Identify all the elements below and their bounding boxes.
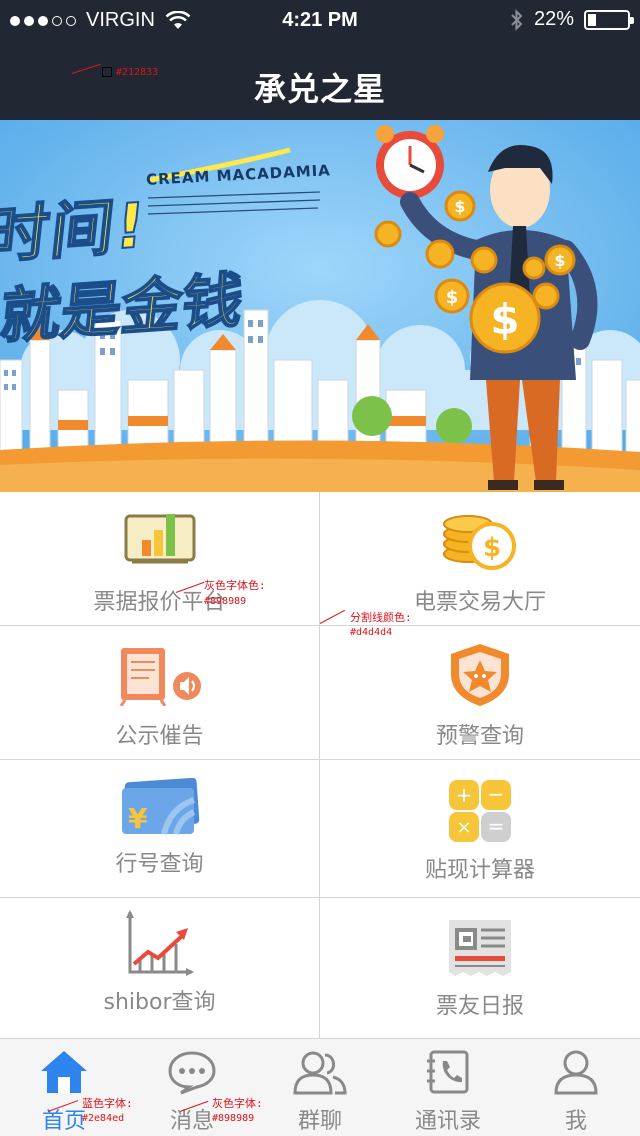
status-bar: VIRGIN 4:21 PM 22% xyxy=(0,0,640,40)
svg-text:+: + xyxy=(456,783,473,807)
tab-contacts[interactable]: 通讯录 xyxy=(384,1039,512,1136)
top-bar: VIRGIN 4:21 PM 22% 承兑之星 xyxy=(0,0,640,120)
gray-font-annotation-value: #898989 xyxy=(204,596,247,607)
notice-board-icon xyxy=(119,648,201,706)
battery-icon xyxy=(584,9,634,30)
svg-text:$: $ xyxy=(446,287,459,308)
promo-banner[interactable]: $ $ $ $ CREAM MACADAMIA 时间! 就是金钱 xyxy=(0,120,640,492)
gray-font-annotation-label: 灰色字体色: xyxy=(204,579,266,592)
coins-icon: $ xyxy=(443,515,516,570)
battery-fill xyxy=(588,13,596,26)
grid-item-bank-code-query[interactable]: ¥ 行号查询 xyxy=(0,760,320,898)
chat-bubble-icon xyxy=(168,1051,216,1095)
svg-text:−: − xyxy=(488,782,505,806)
divider-annotation-value: #d4d4d4 xyxy=(350,627,393,638)
bar-chart-icon xyxy=(124,514,195,564)
svg-text:¥: ¥ xyxy=(128,802,148,835)
grid-item-public-notice[interactable]: 公示催告 xyxy=(0,626,320,760)
color-swatch xyxy=(102,67,112,77)
home-icon xyxy=(41,1051,87,1093)
feature-grid: 票据报价平台 $ 电票交易大厅 公示催告 预警查询 ¥ 行号查询 + − × =… xyxy=(0,492,640,1038)
battery-percent: 22% xyxy=(533,8,574,30)
grid-item-daily-report[interactable]: 票友日报 xyxy=(320,898,640,1038)
group-icon xyxy=(293,1051,347,1095)
grid-item-discount-calculator[interactable]: + − × = 贴现计算器 xyxy=(320,760,640,898)
blue-tab-annotation-label: 蓝色字体: xyxy=(82,1097,133,1110)
tab-me[interactable]: 我 xyxy=(512,1039,640,1136)
grid-item-label: 预警查询 xyxy=(435,724,524,749)
bluetooth-icon xyxy=(511,8,523,31)
newspaper-icon xyxy=(449,920,511,976)
grid-item-shibor-query[interactable]: shibor查询 xyxy=(0,898,320,1038)
svg-text:$: $ xyxy=(483,533,501,563)
svg-text:$: $ xyxy=(454,197,465,216)
banner-headline-2: 就是金钱 xyxy=(0,265,247,354)
gray-tab-annotation-label: 灰色字体: xyxy=(212,1097,263,1110)
svg-text:$: $ xyxy=(554,251,565,270)
tab-label: 通讯录 xyxy=(414,1109,481,1134)
warning-shield-icon xyxy=(451,644,509,706)
user-icon xyxy=(554,1050,598,1095)
svg-text:=: = xyxy=(488,814,505,838)
grid-item-trading-hall[interactable]: $ 电票交易大厅 xyxy=(320,492,640,626)
grid-item-quote-platform[interactable]: 票据报价平台 xyxy=(0,492,320,626)
tab-label: 我 xyxy=(564,1109,587,1134)
header-color-annotation: #212833 xyxy=(116,67,159,78)
svg-text:$: $ xyxy=(490,295,519,344)
contacts-icon xyxy=(427,1050,469,1094)
tab-label: 群聊 xyxy=(297,1109,342,1134)
grid-item-label: shibor查询 xyxy=(103,990,216,1015)
grid-item-label: 行号查询 xyxy=(115,852,204,877)
trend-chart-icon xyxy=(125,910,194,976)
bank-card-icon: ¥ xyxy=(121,778,199,835)
blue-tab-annotation-value: #2e84ed xyxy=(82,1113,125,1124)
divider-annotation-label: 分割线颜色: xyxy=(350,611,412,624)
grid-item-label: 贴现计算器 xyxy=(424,858,535,883)
tab-group-chat[interactable]: 群聊 xyxy=(256,1039,384,1136)
gray-tab-annotation-value: #898989 xyxy=(212,1113,255,1124)
grid-item-label: 票据报价平台 xyxy=(93,590,226,615)
page-title: 承兑之星 xyxy=(253,70,386,108)
grid-item-warning-query[interactable]: 预警查询 xyxy=(320,626,640,760)
svg-text:×: × xyxy=(456,817,471,838)
grid-item-label: 票友日报 xyxy=(435,994,524,1019)
grid-item-label: 公示催告 xyxy=(115,724,204,749)
calculator-icon: + − × = xyxy=(449,780,511,842)
status-right: 22% xyxy=(510,8,634,31)
